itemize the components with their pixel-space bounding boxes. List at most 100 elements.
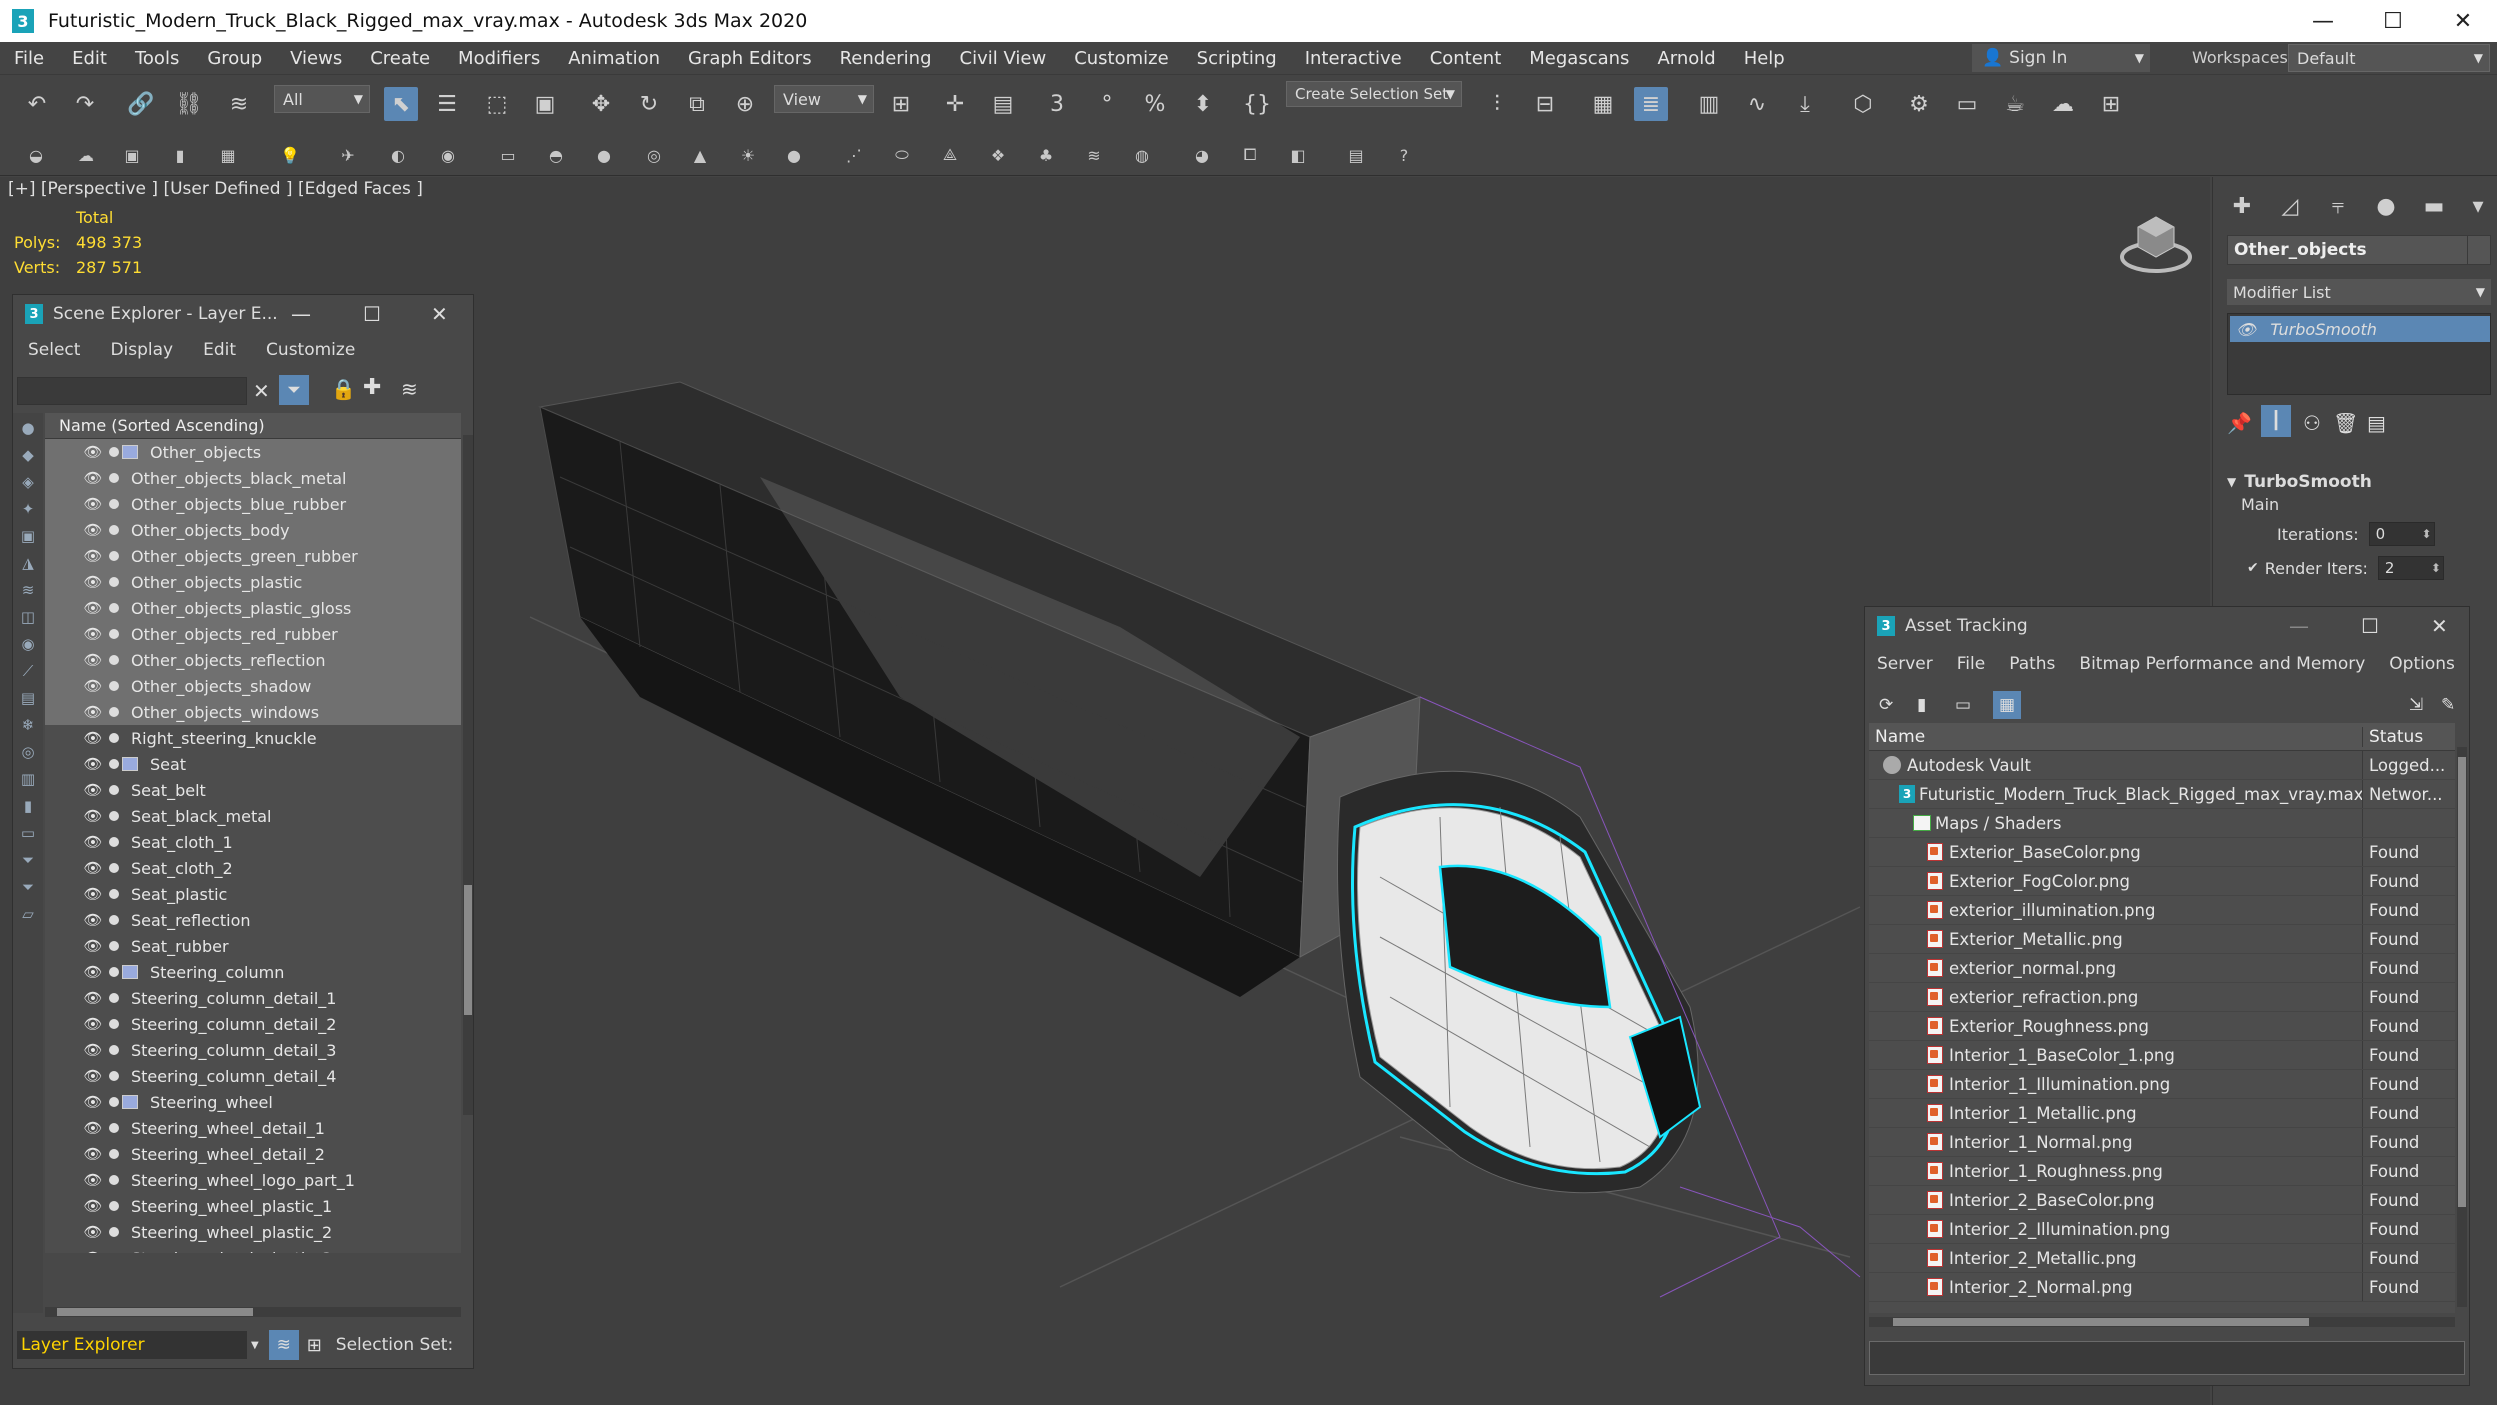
plane-icon[interactable]: ▭ bbox=[494, 141, 522, 169]
asset-row[interactable]: Exterior_BaseColor.png Found bbox=[1869, 838, 2455, 867]
minimize-button[interactable]: — bbox=[2289, 614, 2309, 638]
menu-rendering[interactable]: Rendering bbox=[826, 48, 946, 69]
se-menu-customize[interactable]: Customize bbox=[251, 340, 370, 360]
filter-icon[interactable]: ⏷ bbox=[279, 375, 309, 405]
asset-row[interactable]: Interior_2_Illumination.png Found bbox=[1869, 1215, 2455, 1244]
selection-filter-dropdown[interactable]: All ▼ bbox=[274, 85, 370, 113]
close-button[interactable]: ✕ bbox=[2431, 614, 2448, 638]
render-dot-icon[interactable] bbox=[109, 967, 119, 977]
scene-row[interactable]: 👁 Other_objects_black_metal bbox=[45, 465, 461, 491]
asset-row[interactable]: Interior_1_Roughness.png Found bbox=[1869, 1157, 2455, 1186]
asset-row[interactable]: Interior_1_Metallic.png Found bbox=[1869, 1099, 2455, 1128]
visibility-eye-icon[interactable]: 👁 bbox=[83, 521, 103, 539]
asset-row[interactable]: exterior_normal.png Found bbox=[1869, 954, 2455, 983]
dome-icon[interactable]: ◐ bbox=[384, 141, 412, 169]
menu-views[interactable]: Views bbox=[276, 48, 356, 69]
visibility-eye-icon[interactable]: 👁 bbox=[83, 573, 103, 591]
display-dependents-icon[interactable]: ▭ bbox=[21, 824, 35, 842]
angle-snap-icon[interactable]: ° bbox=[1090, 87, 1124, 121]
asset-row[interactable]: Autodesk Vault Logged... bbox=[1869, 751, 2455, 780]
scrollbar-thumb[interactable] bbox=[2458, 757, 2466, 1207]
visibility-eye-icon[interactable]: 👁 bbox=[83, 1223, 103, 1241]
help-icon[interactable]: ? bbox=[1390, 141, 1418, 169]
scene-row[interactable]: 👁 Other_objects_plastic_gloss bbox=[45, 595, 461, 621]
iterations-spinner[interactable]: 0 bbox=[2368, 522, 2435, 546]
scene-row[interactable]: 👁 Other_objects_green_rubber bbox=[45, 543, 461, 569]
grid-icon[interactable]: ▦ bbox=[214, 141, 242, 169]
layer-explorer-icon[interactable]: ≋ bbox=[268, 1330, 299, 1360]
hidden-filter-icon[interactable]: ◎ bbox=[21, 743, 34, 761]
scene-row[interactable]: 👁 Steering_wheel_logo_part_1 bbox=[45, 1167, 461, 1193]
rendered-frame-window-icon[interactable]: ▭ bbox=[1950, 87, 1984, 121]
visibility-eye-icon[interactable]: 👁 bbox=[83, 677, 103, 695]
lights-filter-icon[interactable]: ✦ bbox=[22, 500, 35, 518]
visibility-eye-icon[interactable]: 👁 bbox=[83, 729, 103, 747]
scene-row[interactable]: 👁 Seat_rubber bbox=[45, 933, 461, 959]
scene-row[interactable]: 👁 Steering_column_detail_2 bbox=[45, 1011, 461, 1037]
camera-icon[interactable]: ✈ bbox=[334, 141, 362, 169]
modify-tab-icon[interactable]: ◿ bbox=[2275, 191, 2305, 221]
display-children-icon[interactable]: ▥ bbox=[21, 770, 35, 788]
render-dot-icon[interactable] bbox=[109, 629, 119, 639]
teapot-icon[interactable]: ◒ bbox=[22, 141, 50, 169]
explorer-name-field[interactable]: Layer Explorer bbox=[17, 1331, 247, 1359]
asset-row[interactable]: Interior_2_Normal.png Found bbox=[1869, 1273, 2455, 1302]
pivot-center-icon[interactable]: ⊞ bbox=[884, 87, 918, 121]
keyboard-shortcut-override-icon[interactable]: ▤ bbox=[986, 87, 1020, 121]
hierarchy-tab-icon[interactable]: ⫧ bbox=[2323, 191, 2353, 221]
visibility-eye-icon[interactable]: 👁 bbox=[83, 1197, 103, 1215]
sign-in-dropdown[interactable]: 👤 Sign In ▼ bbox=[1972, 44, 2150, 72]
configure-modifier-sets-icon[interactable]: ▤ bbox=[2367, 411, 2386, 435]
visibility-eye-icon[interactable]: 👁 bbox=[83, 781, 103, 799]
layers-icon[interactable]: ≋ bbox=[401, 377, 418, 401]
render-dot-icon[interactable] bbox=[109, 941, 119, 951]
cloud-icon[interactable]: ☁ bbox=[72, 141, 100, 169]
vray-render-icon[interactable]: ◕ bbox=[1188, 141, 1216, 169]
link-icon[interactable]: 🔗 bbox=[124, 87, 158, 121]
toggle-layer-explorer-icon[interactable]: ≣ bbox=[1634, 87, 1668, 121]
at-menu-server[interactable]: Server bbox=[1865, 654, 1945, 674]
scene-row[interactable]: 👁 Seat_cloth_1 bbox=[45, 829, 461, 855]
maximize-button[interactable]: ☐ bbox=[363, 302, 381, 326]
asset-row[interactable]: Exterior_FogColor.png Found bbox=[1869, 867, 2455, 896]
make-unique-icon[interactable]: ⚇ bbox=[2303, 411, 2321, 435]
create-selection-set-dropdown[interactable]: Create Selection Set ▼ bbox=[1286, 81, 1462, 107]
render-dot-icon[interactable] bbox=[109, 1175, 119, 1185]
select-by-name-icon[interactable]: ☰ bbox=[430, 87, 464, 121]
render-dot-icon[interactable] bbox=[109, 603, 119, 613]
render-dot-icon[interactable] bbox=[109, 915, 119, 925]
visibility-eye-icon[interactable]: 👁 bbox=[83, 755, 103, 773]
scene-row[interactable]: 👁 Steering_wheel_detail_1 bbox=[45, 1115, 461, 1141]
xrefs-filter-icon[interactable]: ◉ bbox=[21, 635, 34, 653]
scene-row[interactable]: 👁 Other_objects_body bbox=[45, 517, 461, 543]
menu-modifiers[interactable]: Modifiers bbox=[444, 48, 554, 69]
light-bulb-icon[interactable]: 💡 bbox=[276, 141, 304, 169]
list-view-icon[interactable]: ▮ bbox=[1917, 695, 1926, 715]
render-dot-icon[interactable] bbox=[109, 473, 119, 483]
visibility-eye-icon[interactable]: 👁 bbox=[83, 1067, 103, 1085]
curve-editor-icon[interactable]: ∿ bbox=[1740, 87, 1774, 121]
scene-row[interactable]: 👁 Other_objects_blue_rubber bbox=[45, 491, 461, 517]
mesh-icon[interactable]: ⟁ bbox=[936, 141, 964, 169]
maximize-button[interactable]: ☐ bbox=[2358, 0, 2428, 42]
funnel-icon[interactable]: ⏷ bbox=[22, 878, 34, 896]
column-header-name[interactable]: Name (Sorted Ascending) bbox=[45, 413, 461, 439]
render-production-icon[interactable]: ☕ bbox=[1998, 87, 2032, 121]
toggle-ribbon-icon[interactable]: ▥ bbox=[1692, 87, 1726, 121]
capsule-icon[interactable]: ⬭ bbox=[888, 141, 916, 169]
reference-coordinate-dropdown[interactable]: View ▼ bbox=[774, 85, 874, 113]
menu-arnold[interactable]: Arnold bbox=[1643, 48, 1729, 69]
visibility-eye-icon[interactable]: 👁 bbox=[83, 469, 103, 487]
viewcube-icon[interactable] bbox=[2116, 207, 2196, 282]
render-dot-icon[interactable] bbox=[109, 863, 119, 873]
bind-space-warp-icon[interactable]: ≋ bbox=[222, 87, 256, 121]
render-dot-icon[interactable] bbox=[109, 1045, 119, 1055]
scene-row[interactable]: 👁 Steering_wheel_plastic_3 bbox=[45, 1245, 461, 1254]
sun-icon[interactable]: ☀ bbox=[734, 141, 762, 169]
render-dot-icon[interactable] bbox=[109, 759, 119, 769]
render-dot-icon[interactable] bbox=[109, 655, 119, 665]
decal-icon[interactable]: ◍ bbox=[1128, 141, 1156, 169]
visibility-eye-icon[interactable]: 👁 bbox=[83, 911, 103, 929]
scene-row[interactable]: 👁 Seat_black_metal bbox=[45, 803, 461, 829]
sphere-icon[interactable]: ● bbox=[590, 141, 618, 169]
